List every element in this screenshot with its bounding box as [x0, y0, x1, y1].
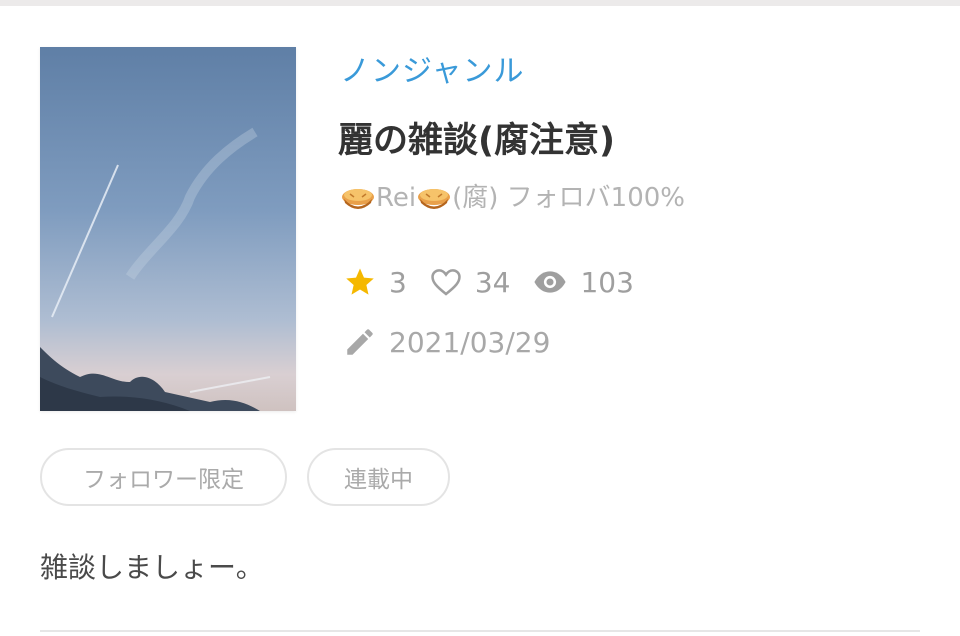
work-detail-page: ノンジャンル 麗の雑談(腐注意) Rei (腐) フォロバ100% 3 34 1…	[0, 0, 960, 636]
like-count: 34	[474, 265, 511, 299]
pie-icon	[342, 189, 374, 209]
genre-link[interactable]: ノンジャンル	[340, 52, 525, 92]
bottom-divider	[40, 630, 920, 632]
author-suffix: (腐) フォロバ100%	[452, 183, 686, 213]
star-icon	[346, 268, 374, 295]
cover-image[interactable]	[40, 47, 296, 411]
stats-row: 3 34 103	[343, 260, 656, 304]
tag-followers-only[interactable]: フォロワー限定	[40, 448, 287, 506]
author-name: Rei	[376, 183, 417, 213]
top-divider-bar	[0, 0, 960, 6]
author-link[interactable]: Rei (腐) フォロバ100%	[340, 178, 685, 218]
update-date-row: 2021/03/29	[343, 320, 572, 364]
pie-icon	[418, 189, 451, 209]
update-date: 2021/03/29	[389, 325, 551, 359]
star-count: 3	[389, 265, 407, 299]
work-title: 麗の雑談(腐注意)	[338, 121, 615, 161]
tag-serializing[interactable]: 連載中	[307, 448, 450, 506]
heart-icon[interactable]	[429, 265, 463, 299]
eye-icon	[534, 271, 567, 293]
sky-photo	[40, 47, 296, 411]
pencil-icon	[347, 329, 373, 355]
view-count: 103	[580, 265, 634, 299]
work-description: 雑談しましょー。	[40, 551, 264, 584]
